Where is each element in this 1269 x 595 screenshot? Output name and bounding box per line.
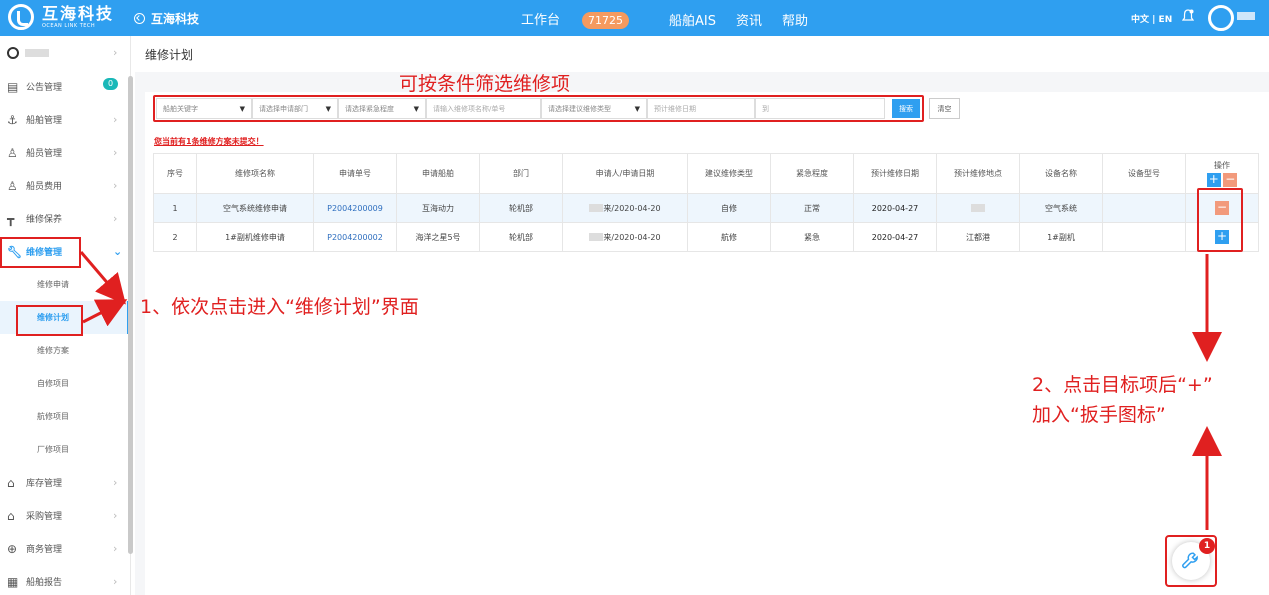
col-place: 预计维修地点 <box>936 153 1020 194</box>
language-switch[interactable]: 中文 | EN <box>1131 12 1172 25</box>
unsubmitted-notice[interactable]: 您当前有1条维修方案未提交！ <box>154 136 264 147</box>
wrench-icon <box>1182 552 1198 569</box>
repair-menu-highlight-box <box>0 237 81 268</box>
chevron-right-icon: › <box>113 113 118 126</box>
search-button[interactable]: 搜索 <box>892 99 920 118</box>
order-link[interactable]: P2004200009 <box>313 193 397 223</box>
logo-icon <box>8 4 34 30</box>
table-row[interactable]: 1 空气系统维修申请 P2004200009 互海动力 轮机部 来/2020-0… <box>153 193 1259 223</box>
notice-icon: ▤ <box>7 79 19 94</box>
col-equip: 设备名称 <box>1019 153 1103 194</box>
order-link[interactable]: P2004200002 <box>313 222 397 252</box>
nav-workbench[interactable]: 工作台 71725 <box>521 9 649 29</box>
sidebar-item-reports[interactable]: ▦ 船舶报告 › <box>0 565 130 595</box>
wrench-count-badge: 1 <box>1199 538 1215 554</box>
sidebar-item-crew-cost[interactable]: ♙ 船员费用 › <box>0 169 130 202</box>
chevron-right-icon: › <box>113 509 118 522</box>
col-order: 申请单号 <box>313 153 397 194</box>
repair-plan-table: 序号 维修项名称 申请单号 申请船舶 部门 申请人/申请日期 建议维修类型 紧急… <box>153 153 1259 252</box>
filter-hint-annotation: 可按条件筛选维修项 <box>399 73 571 95</box>
col-urgency: 紧急程度 <box>770 153 854 194</box>
sidebar-item-inventory[interactable]: ⌂ 库存管理 › <box>0 466 130 499</box>
brand-logo[interactable]: 互海科技 OCEAN LINK TECH <box>8 4 114 30</box>
report-icon: ▦ <box>7 574 19 589</box>
chevron-right-icon: › <box>113 476 118 489</box>
bell-icon[interactable] <box>1182 9 1194 23</box>
sidebar-item-purchase[interactable]: ⌂ 采购管理 › <box>0 499 130 532</box>
user-name-masked[interactable] <box>1237 12 1255 20</box>
table-header-row: 序号 维修项名称 申请单号 申请船舶 部门 申请人/申请日期 建议维修类型 紧急… <box>153 153 1259 194</box>
clear-button[interactable]: 清空 <box>929 98 960 119</box>
sidebar-sub-repair-scheme[interactable]: 维修方案 <box>0 334 130 367</box>
masked-name <box>589 233 604 241</box>
page-title: 维修计划 <box>135 36 1269 72</box>
step2-annotation: 2、点击目标项后“+” 加入“扳手图标” <box>1032 374 1213 426</box>
col-date: 预计维修日期 <box>853 153 937 194</box>
col-no: 序号 <box>153 153 197 194</box>
actions-highlight-box <box>1197 188 1243 252</box>
person-icon: ♙ <box>7 178 18 193</box>
chevron-right-icon: › <box>113 542 118 555</box>
top-bar: 互海科技 OCEAN LINK TECH 互海科技 工作台 71725 船舶AIS… <box>0 0 1269 36</box>
table-row[interactable]: 2 1#副机维修申请 P2004200002 海洋之星5号 轮机部 来/2020… <box>153 222 1259 252</box>
col-model: 设备型号 <box>1102 153 1186 194</box>
anchor-icon: ⚓ <box>7 112 18 127</box>
col-type: 建议维修类型 <box>687 153 771 194</box>
brand-subtitle: OCEAN LINK TECH <box>42 22 96 29</box>
sidebar-sub-repair-request[interactable]: 维修申请 <box>0 268 130 301</box>
sidebar-item-ships[interactable]: ⚓ 船舶管理 › <box>0 103 130 136</box>
sidebar-sub-yard-repair[interactable]: 厂修项目 <box>0 433 130 466</box>
box-icon: ⌂ <box>7 475 15 490</box>
box-icon: ⌂ <box>7 508 15 523</box>
sidebar-item-notice[interactable]: ▤ 公告管理 0 <box>0 70 130 103</box>
top-nav: 工作台 71725 船舶AIS 资讯 帮助 <box>521 9 828 29</box>
company-name: 互海科技 <box>151 12 200 26</box>
step1-annotation: 1、依次点击进入“维修计划”界面 <box>140 296 419 318</box>
add-all-button[interactable]: + <box>1206 173 1221 187</box>
chevron-right-icon: › <box>113 212 118 225</box>
sidebar-item-business[interactable]: ⊕ 商务管理 › <box>0 532 130 565</box>
masked-name <box>589 204 604 212</box>
sidebar-item-crew[interactable]: ♙ 船员管理 › <box>0 136 130 169</box>
repair-plan-highlight-box <box>16 305 83 336</box>
nav-news[interactable]: 资讯 <box>736 10 762 29</box>
nav-ais[interactable]: 船舶AIS <box>669 10 716 29</box>
user-logo-icon <box>7 47 19 59</box>
workbench-count-badge: 71725 <box>582 12 630 29</box>
company-switcher[interactable]: 互海科技 <box>134 10 199 27</box>
brand-name: 互海科技 <box>42 3 115 23</box>
nav-help[interactable]: 帮助 <box>782 10 808 29</box>
wrench-cart-box: 1 <box>1165 535 1217 587</box>
chevron-right-icon: › <box>113 46 118 59</box>
notice-count-badge: 0 <box>103 78 119 90</box>
chevron-right-icon: › <box>113 575 118 588</box>
filter-highlight-box <box>153 95 924 122</box>
globe-icon: ⊕ <box>7 541 18 556</box>
user-name-masked <box>25 49 49 57</box>
sidebar-item-maintenance[interactable]: ┳ 维修保养 › <box>0 202 130 235</box>
col-ship: 申请船舶 <box>396 153 480 194</box>
sidebar-sub-self-repair[interactable]: 自修项目 <box>0 367 130 400</box>
user-avatar[interactable] <box>1208 5 1234 31</box>
masked-place <box>971 204 985 212</box>
chevron-right-icon: › <box>113 146 118 159</box>
chevron-right-icon: › <box>113 179 118 192</box>
chevron-down-icon: ⌄ <box>113 245 123 258</box>
back-circle-icon <box>134 13 145 24</box>
col-applicant: 申请人/申请日期 <box>562 153 688 194</box>
col-dept: 部门 <box>479 153 563 194</box>
remove-all-button[interactable]: − <box>1223 173 1238 187</box>
sidebar-scrollbar[interactable] <box>128 76 133 554</box>
sidebar-sub-voyage-repair[interactable]: 航修项目 <box>0 400 130 433</box>
sidebar-user[interactable]: › <box>0 36 130 70</box>
col-name: 维修项名称 <box>196 153 314 194</box>
person-icon: ♙ <box>7 145 18 160</box>
tool-icon: ┳ <box>7 211 15 226</box>
